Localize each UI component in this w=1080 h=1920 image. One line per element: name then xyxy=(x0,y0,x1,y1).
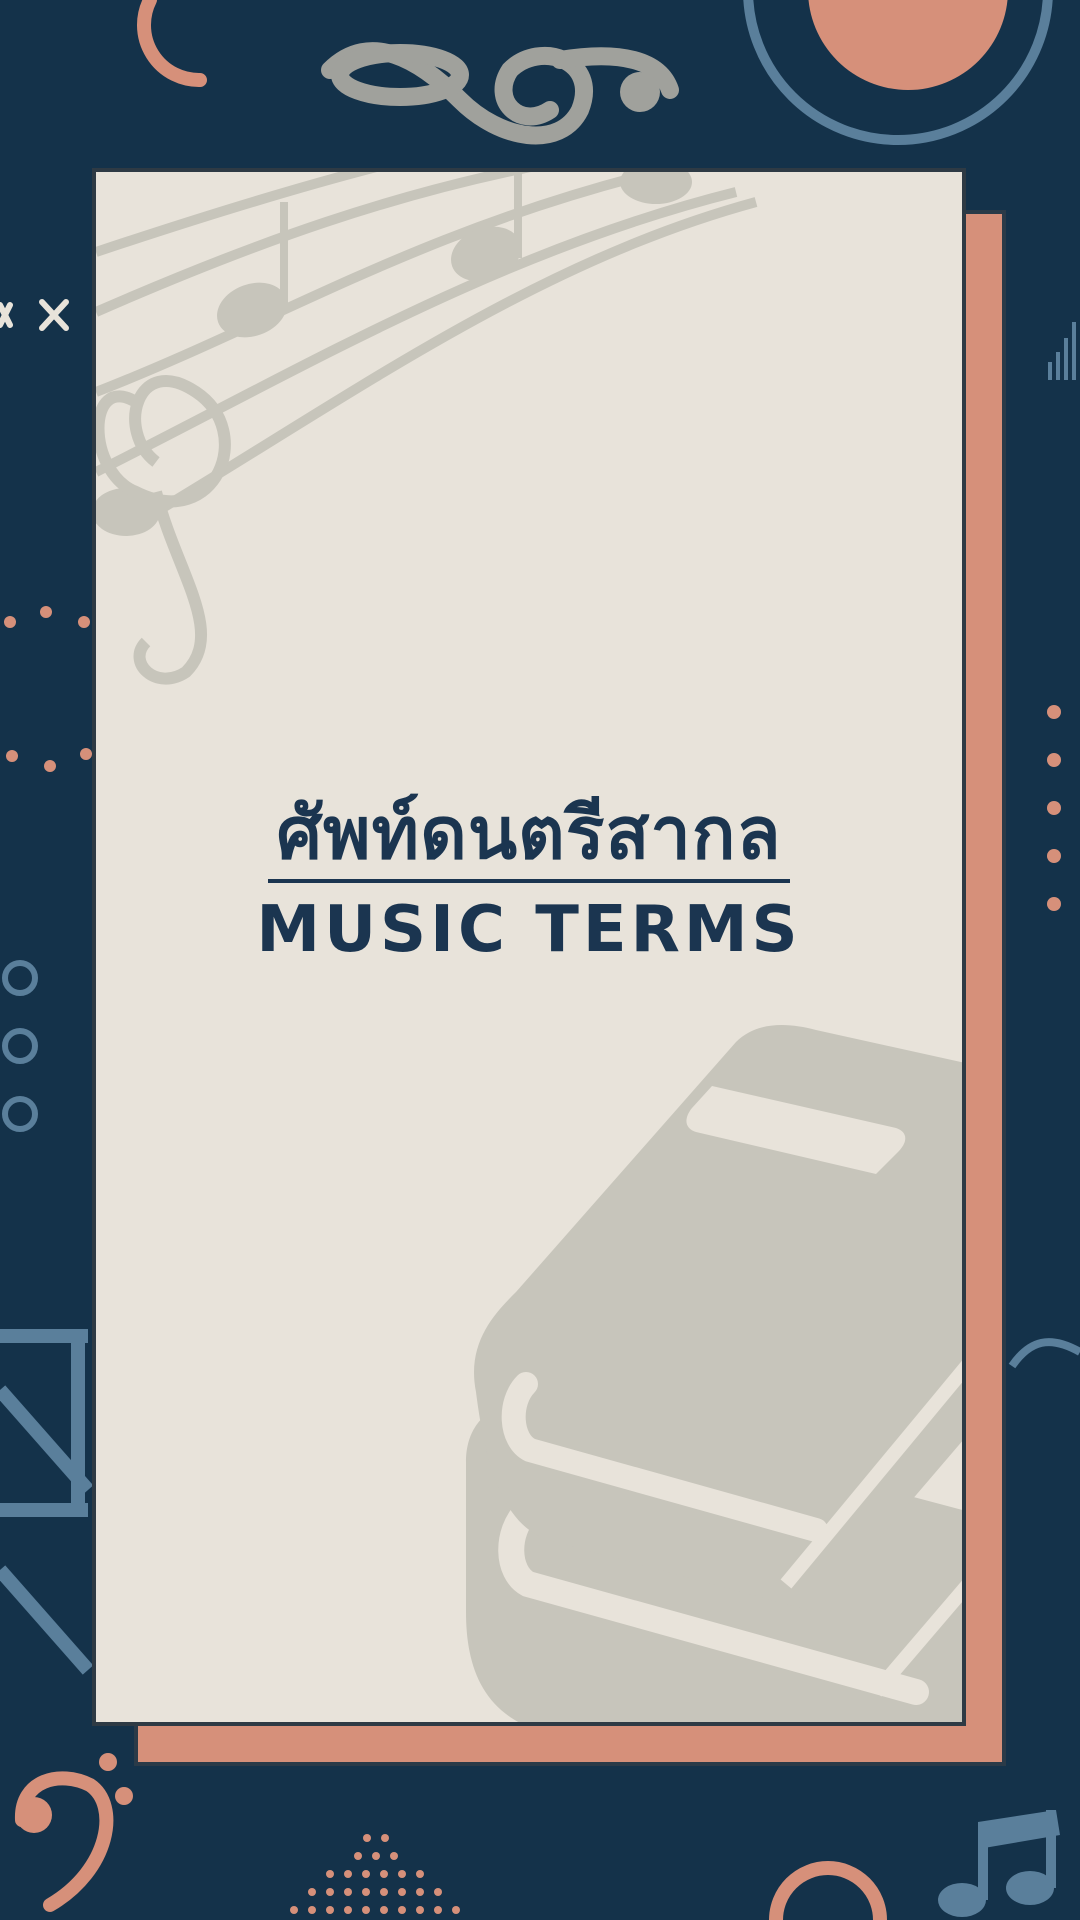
orange-arc-bottom-decor xyxy=(769,1861,887,1920)
blue-lines-decor xyxy=(0,1329,94,1675)
title-thai: ศัพท์ดนตรีสากล xyxy=(268,792,790,883)
treble-clef-icon xyxy=(321,42,679,145)
title-block: ศัพท์ดนตรีสากล MUSIC TERMS xyxy=(96,792,962,967)
title-english: MUSIC TERMS xyxy=(256,892,802,967)
music-notes-icon xyxy=(96,172,758,517)
cross-marks-decor xyxy=(0,299,69,331)
books-icon xyxy=(466,1025,962,1722)
dot-triangle-decor xyxy=(290,1834,460,1914)
double-note-icon xyxy=(938,1810,1060,1917)
bars-right-decor xyxy=(1048,322,1076,380)
dots-right-decor xyxy=(1047,705,1061,911)
rings-left-decor xyxy=(2,960,38,1132)
dots-left-decor xyxy=(4,606,92,772)
orange-circle-decor xyxy=(808,0,1008,90)
title-card: ศัพท์ดนตรีสากล MUSIC TERMS xyxy=(92,168,966,1726)
wave-right-decor xyxy=(1008,1338,1080,1369)
bass-clef-icon xyxy=(15,1753,133,1912)
orange-arc-decor xyxy=(137,0,207,88)
